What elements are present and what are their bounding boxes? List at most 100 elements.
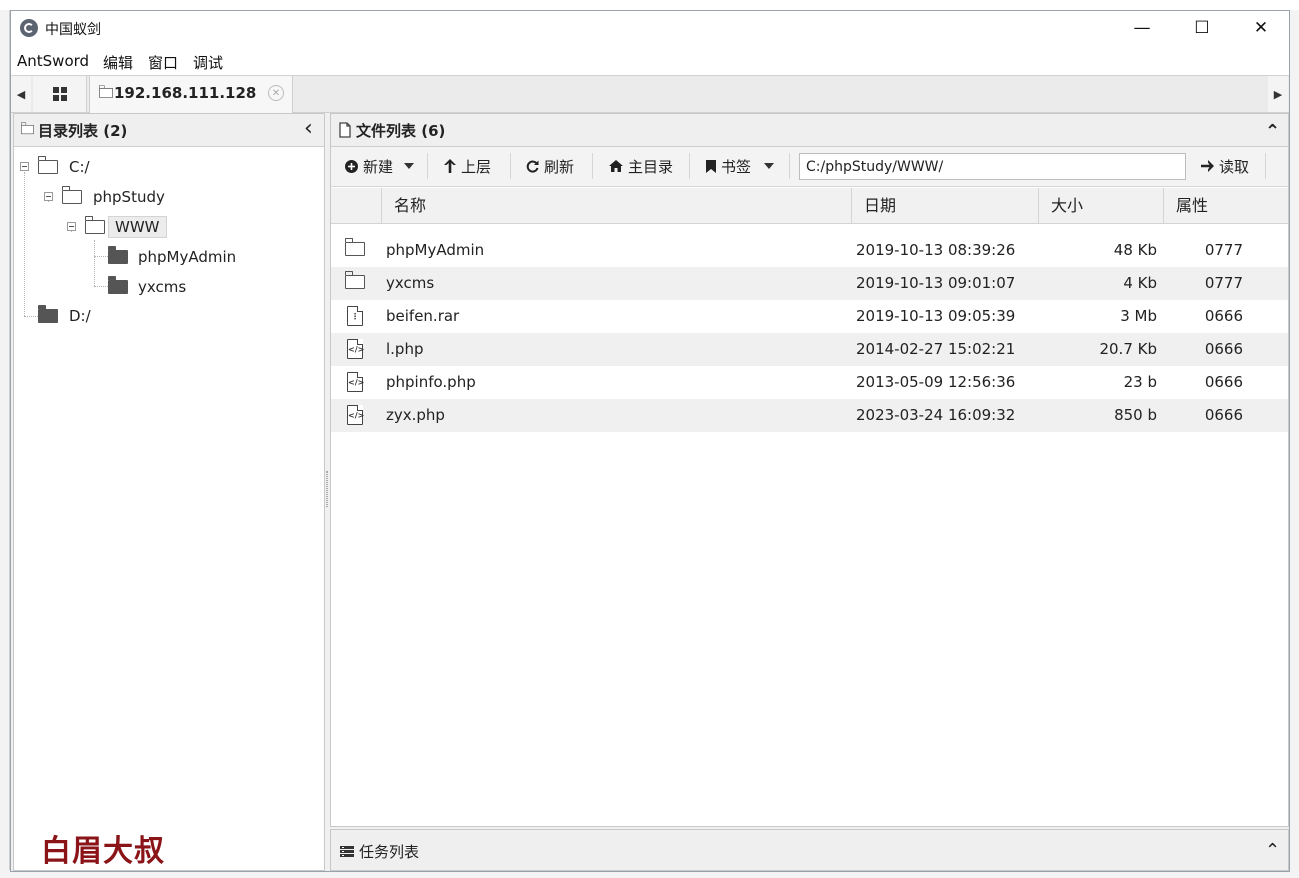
folder-open-icon xyxy=(344,271,365,289)
table-row[interactable]: phpMyAdmin 2019-10-13 08:39:26 48 Kb 077… xyxy=(331,234,1288,267)
window-title: 中国蚁剑 xyxy=(45,22,101,38)
refresh-icon xyxy=(526,160,539,172)
collapse-up-icon[interactable]: ⌃ xyxy=(1265,121,1280,142)
tree-connector xyxy=(94,240,95,286)
file-attr: 0666 xyxy=(1204,340,1243,358)
folder-icon xyxy=(38,305,58,323)
file-date: 2019-10-13 08:39:26 xyxy=(856,241,1016,259)
menu-bar: AntSword 编辑 窗口 调试 xyxy=(11,47,1289,75)
collapse-up-icon[interactable]: ⌃ xyxy=(1265,840,1280,861)
toolbar-separator xyxy=(592,153,593,179)
directory-panel-header: 目录列表 (2) ‹ xyxy=(14,114,324,147)
file-grid-header: 名称 日期 大小 属性 xyxy=(331,188,1288,224)
file-toolbar: 新建 上层 刷新 主目录 书签 C:/phpStudy/WWW/ 读取 xyxy=(331,147,1288,187)
new-button[interactable]: 新建 xyxy=(345,154,415,178)
file-attr: 0666 xyxy=(1204,307,1243,325)
path-input[interactable] xyxy=(799,153,1186,180)
minimize-button[interactable]: — xyxy=(1113,11,1171,45)
tab-scroll-right-icon[interactable]: ▶ xyxy=(1268,76,1288,112)
table-row[interactable]: yxcms 2019-10-13 09:01:07 4 Kb 0777 xyxy=(331,267,1288,300)
column-header-date[interactable]: 日期 xyxy=(851,188,1038,224)
tree-node-yxcms[interactable]: yxcms xyxy=(108,275,186,299)
desktop-background-left xyxy=(0,10,10,878)
tab-shell-session[interactable]: 192.168.111.128 ✕ xyxy=(89,76,293,113)
tree-connector xyxy=(94,286,108,287)
column-header-name[interactable]: 名称 xyxy=(381,188,851,224)
maximize-button[interactable]: ☐ xyxy=(1173,11,1231,45)
tree-node-www[interactable]: WWW xyxy=(84,215,167,239)
file-size: 3 Mb xyxy=(1120,307,1157,325)
table-row[interactable]: </> l.php 2014-02-27 15:02:21 20.7 Kb 06… xyxy=(331,333,1288,366)
panel-splitter-handle[interactable] xyxy=(326,471,328,507)
file-attr: 0777 xyxy=(1204,241,1243,259)
directory-header-folder-icon xyxy=(20,122,34,135)
refresh-button[interactable]: 刷新 xyxy=(526,154,574,178)
collapse-left-icon[interactable]: ‹ xyxy=(304,116,313,141)
column-header-size[interactable]: 大小 xyxy=(1038,188,1163,224)
close-button[interactable]: ✕ xyxy=(1232,11,1290,45)
bookmark-icon xyxy=(706,159,716,173)
menu-edit[interactable]: 编辑 xyxy=(103,52,133,73)
desktop-background-top xyxy=(0,0,1299,10)
folder-open-icon xyxy=(344,238,365,256)
file-panel-title: 文件列表 (6) xyxy=(356,122,446,140)
file-panel: 文件列表 (6) ⌃ 新建 上层 刷新 主目录 书签 C:/phpStudy/W… xyxy=(330,113,1289,827)
bookmark-button-label: 书签 xyxy=(721,157,752,176)
grid-icon xyxy=(52,87,67,101)
menu-antsword[interactable]: AntSword xyxy=(17,52,89,70)
file-size: 48 Kb xyxy=(1113,241,1157,259)
tree-node-label: C:/ xyxy=(69,158,90,176)
file-name: zyx.php xyxy=(386,406,445,424)
toolbar-separator xyxy=(427,153,428,179)
home-icon xyxy=(609,160,623,172)
tree-node-c-drive[interactable]: C:/ xyxy=(37,155,90,179)
file-size: 23 b xyxy=(1123,373,1157,391)
file-name: yxcms xyxy=(386,274,435,292)
tree-node-label: D:/ xyxy=(69,307,91,325)
menu-window[interactable]: 窗口 xyxy=(148,52,178,73)
read-button[interactable]: 读取 xyxy=(1201,154,1249,178)
file-panel-header: 文件列表 (6) ⌃ xyxy=(331,114,1288,147)
task-panel-header[interactable]: 任务列表 ⌃ xyxy=(331,830,1288,870)
tab-home[interactable] xyxy=(33,76,87,112)
folder-icon xyxy=(108,276,128,294)
antsword-logo-icon xyxy=(20,19,38,37)
tree-expander-phpstudy[interactable] xyxy=(44,192,53,201)
file-date: 2013-05-09 12:56:36 xyxy=(856,373,1016,391)
tab-scroll-left-icon[interactable]: ◀ xyxy=(11,76,31,112)
desktop-background-right xyxy=(1290,10,1299,878)
home-button-label: 主目录 xyxy=(628,157,674,176)
bookmark-button[interactable]: 书签 xyxy=(706,154,775,178)
column-header-attr[interactable]: 属性 xyxy=(1163,188,1288,224)
up-button[interactable]: 上层 xyxy=(444,154,491,178)
task-panel-title: 任务列表 xyxy=(359,843,420,861)
tree-expander-www[interactable] xyxy=(67,222,76,231)
toolbar-separator xyxy=(789,153,790,179)
folder-open-icon xyxy=(61,186,82,204)
folder-open-icon xyxy=(37,156,58,174)
tree-node-label: phpStudy xyxy=(93,188,165,206)
home-button[interactable]: 主目录 xyxy=(609,154,673,178)
plus-circle-icon xyxy=(345,159,358,173)
tasks-icon xyxy=(340,846,354,857)
read-button-label: 读取 xyxy=(1219,157,1250,176)
table-row[interactable]: </> zyx.php 2023-03-24 16:09:32 850 b 06… xyxy=(331,399,1288,432)
table-row[interactable]: </> phpinfo.php 2013-05-09 12:56:36 23 b… xyxy=(331,366,1288,399)
menu-debug[interactable]: 调试 xyxy=(193,52,223,73)
tree-node-label: phpMyAdmin xyxy=(138,248,237,266)
directory-panel: 目录列表 (2) ‹ C:/ phpStudy WWW phpMyAdmin y… xyxy=(13,113,325,871)
file-attr: 0666 xyxy=(1204,406,1243,424)
arrow-up-icon xyxy=(444,159,456,173)
tree-node-phpmyadmin[interactable]: phpMyAdmin xyxy=(108,245,236,269)
table-row[interactable]: ⋮ beifen.rar 2019-10-13 09:05:39 3 Mb 06… xyxy=(331,300,1288,333)
tree-node-d-drive[interactable]: D:/ xyxy=(38,304,91,328)
tree-node-phpstudy[interactable]: phpStudy xyxy=(61,185,165,209)
code-file-icon: </> xyxy=(347,371,364,392)
title-bar[interactable]: 中国蚁剑 — ☐ ✕ xyxy=(11,11,1289,47)
tab-close-icon[interactable]: ✕ xyxy=(268,85,284,101)
file-name: phpMyAdmin xyxy=(386,241,485,259)
caret-down-icon xyxy=(764,163,775,169)
caret-down-icon xyxy=(404,163,415,169)
folder-icon xyxy=(108,246,128,264)
tree-expander-c[interactable] xyxy=(20,162,29,171)
